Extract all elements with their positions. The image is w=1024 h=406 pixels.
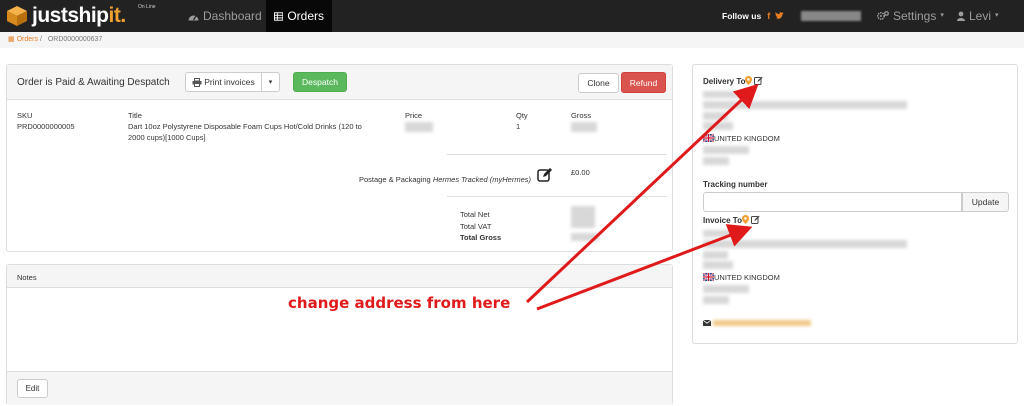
arrow-to-invoice [536,224,753,311]
annotation-label: change address from here [288,294,511,312]
annotation-arrows [525,83,759,311]
